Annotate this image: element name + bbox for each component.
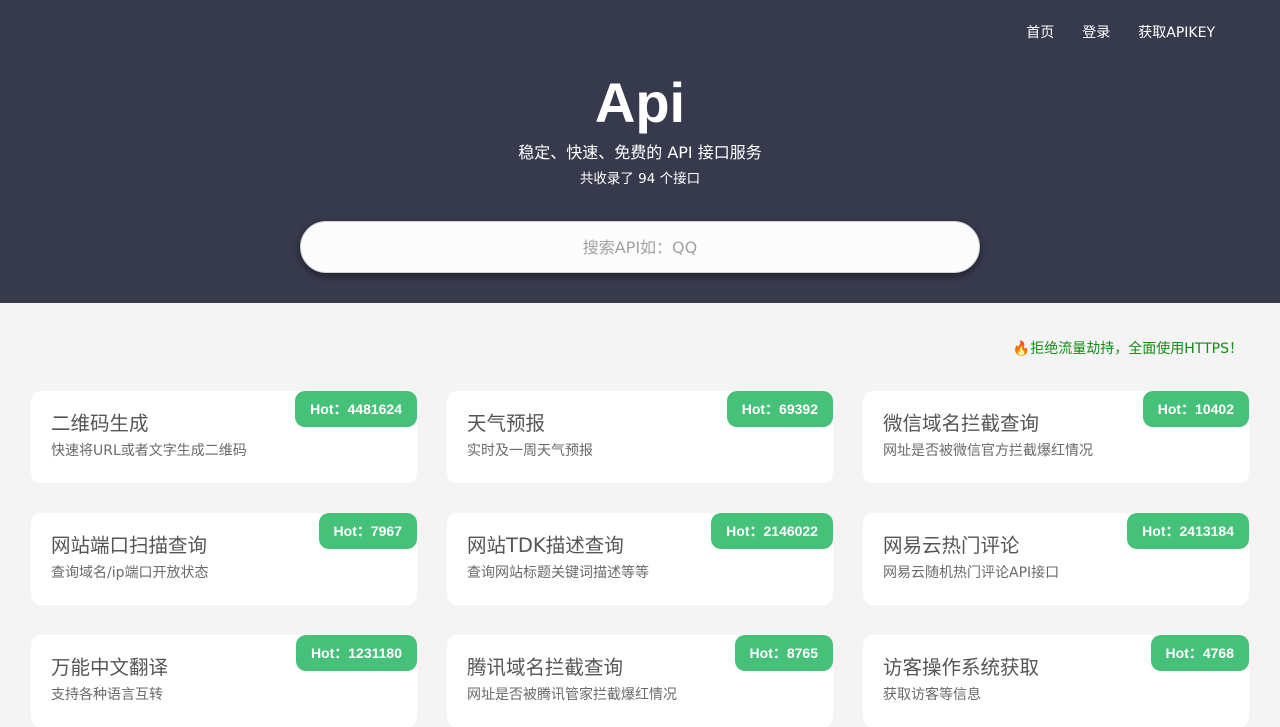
site-tagline: 稳定、快速、免费的 API 接口服务 (518, 143, 762, 162)
api-card-tencent-block-check[interactable]: 腾讯域名拦截查询 网址是否被腾讯管家拦截爆红情况 Hot：8765 (447, 635, 833, 727)
https-notice: 🔥拒绝流量劫持，全面使用HTTPS！ (1013, 340, 1243, 358)
api-card-qrcode[interactable]: 二维码生成 快速将URL或者文字生成二维码 Hot：4481624 (31, 391, 417, 483)
hot-badge: Hot：2413184 (1127, 513, 1249, 549)
hero-header: 首页 登录 获取APIKEY Api 稳定、快速、免费的 API 接口服务 共收… (0, 0, 1280, 303)
api-card-desc: 网址是否被腾讯管家拦截爆红情况 (467, 687, 677, 703)
api-card-visitor-os[interactable]: 访客操作系统获取 获取访客等信息 Hot：4768 (863, 635, 1249, 727)
notice-text: 拒绝流量劫持，全面使用HTTPS！ (1030, 341, 1243, 357)
hot-badge: Hot：8765 (734, 635, 833, 671)
api-card-weather[interactable]: 天气预报 实时及一周天气预报 Hot：69392 (447, 391, 833, 483)
hot-badge: Hot：69392 (726, 391, 833, 427)
api-card-title: 万能中文翻译 (51, 656, 169, 679)
api-card-desc: 支持各种语言互转 (51, 687, 163, 703)
nav-home-link[interactable]: 首页 (1026, 24, 1054, 42)
nav-get-apikey-link[interactable]: 获取APIKEY (1138, 24, 1215, 42)
api-card-desc: 实时及一周天气预报 (467, 443, 593, 459)
api-card-title: 网站TDK描述查询 (467, 534, 624, 557)
hot-badge: Hot：1231180 (295, 635, 417, 671)
hot-badge: Hot：10402 (1142, 391, 1249, 427)
api-card-tdk-query[interactable]: 网站TDK描述查询 查询网站标题关键词描述等等 Hot：2146022 (447, 513, 833, 605)
api-card-netease-comments[interactable]: 网易云热门评论 网易云随机热门评论API接口 Hot：2413184 (863, 513, 1249, 605)
hot-badge: Hot：7967 (318, 513, 417, 549)
api-card-title: 腾讯域名拦截查询 (467, 656, 624, 679)
api-card-wechat-block-check[interactable]: 微信域名拦截查询 网址是否被微信官方拦截爆红情况 Hot：10402 (863, 391, 1249, 483)
hot-badge: Hot：2146022 (711, 513, 833, 549)
api-card-title: 天气预报 (467, 412, 546, 435)
hot-badge: Hot：4768 (1150, 635, 1249, 671)
api-card-desc: 获取访客等信息 (883, 687, 981, 703)
nav-login-link[interactable]: 登录 (1082, 24, 1110, 42)
api-card-translate[interactable]: 万能中文翻译 支持各种语言互转 Hot：1231180 (31, 635, 417, 727)
api-card-desc: 网址是否被微信官方拦截爆红情况 (883, 443, 1093, 459)
fire-icon: 🔥 (1012, 341, 1031, 357)
api-card-title: 网站端口扫描查询 (51, 534, 208, 557)
api-card-desc: 查询域名/ip端口开放状态 (51, 565, 209, 581)
api-card-title: 二维码生成 (51, 412, 149, 435)
api-card-title: 网易云热门评论 (883, 534, 1020, 557)
api-card-port-scan[interactable]: 网站端口扫描查询 查询域名/ip端口开放状态 Hot：7967 (31, 513, 417, 605)
api-card-desc: 快速将URL或者文字生成二维码 (51, 443, 247, 459)
hot-badge: Hot：4481624 (295, 391, 417, 427)
api-card-title: 微信域名拦截查询 (883, 412, 1040, 435)
site-title: Api (594, 71, 686, 134)
search-input[interactable] (300, 221, 980, 273)
api-card-desc: 查询网站标题关键词描述等等 (467, 565, 649, 581)
api-card-grid: 二维码生成 快速将URL或者文字生成二维码 Hot：4481624 天气预报 实… (31, 391, 1249, 727)
api-card-desc: 网易云随机热门评论API接口 (883, 565, 1060, 581)
api-card-title: 访客操作系统获取 (883, 656, 1040, 679)
api-count-text: 共收录了 94 个接口 (579, 171, 701, 187)
top-nav: 首页 登录 获取APIKEY (998, 24, 1215, 42)
